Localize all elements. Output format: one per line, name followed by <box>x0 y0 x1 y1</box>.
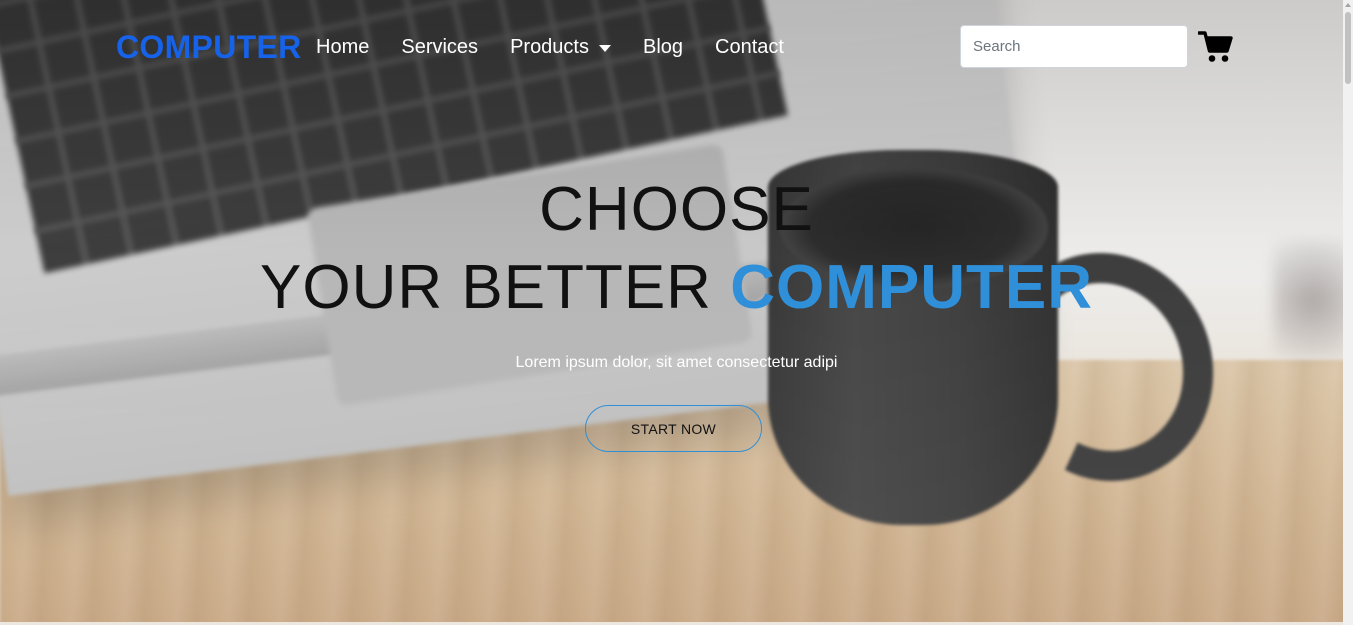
hero-heading-prefix: YOUR BETTER <box>260 253 712 322</box>
start-now-button[interactable]: START NOW <box>585 405 762 452</box>
nav-link-services[interactable]: Services <box>385 32 494 62</box>
nav-links: Home Services Products Blog Contact <box>300 32 800 62</box>
hero-heading-accent: COMPUTER <box>730 253 1093 322</box>
nav-link-contact[interactable]: Contact <box>699 32 800 62</box>
brand-logo[interactable]: COMPUTER <box>116 28 302 66</box>
scrollbar-thumb[interactable] <box>1345 12 1351 84</box>
search-input[interactable] <box>960 25 1188 68</box>
caret-down-icon <box>599 44 611 52</box>
hero-subtitle: Lorem ipsum dolor, sit amet consectetur … <box>515 354 838 371</box>
nav-link-blog[interactable]: Blog <box>627 32 699 62</box>
hero-heading-line2: YOUR BETTER COMPUTER <box>0 254 1353 322</box>
scrollbar[interactable] <box>1343 0 1353 625</box>
scroll-up-arrow-icon[interactable] <box>1345 3 1351 7</box>
navbar: COMPUTER Home Services Products Blog Con… <box>0 0 1353 94</box>
nav-link-products-label: Products <box>510 36 589 58</box>
cart-icon <box>1197 31 1233 62</box>
nav-link-home[interactable]: Home <box>300 32 385 62</box>
hero-heading-line1: CHOOSE <box>539 175 814 244</box>
page: COMPUTER Home Services Products Blog Con… <box>0 0 1353 625</box>
cart-button[interactable] <box>1197 30 1234 64</box>
nav-link-products[interactable]: Products <box>494 32 627 62</box>
